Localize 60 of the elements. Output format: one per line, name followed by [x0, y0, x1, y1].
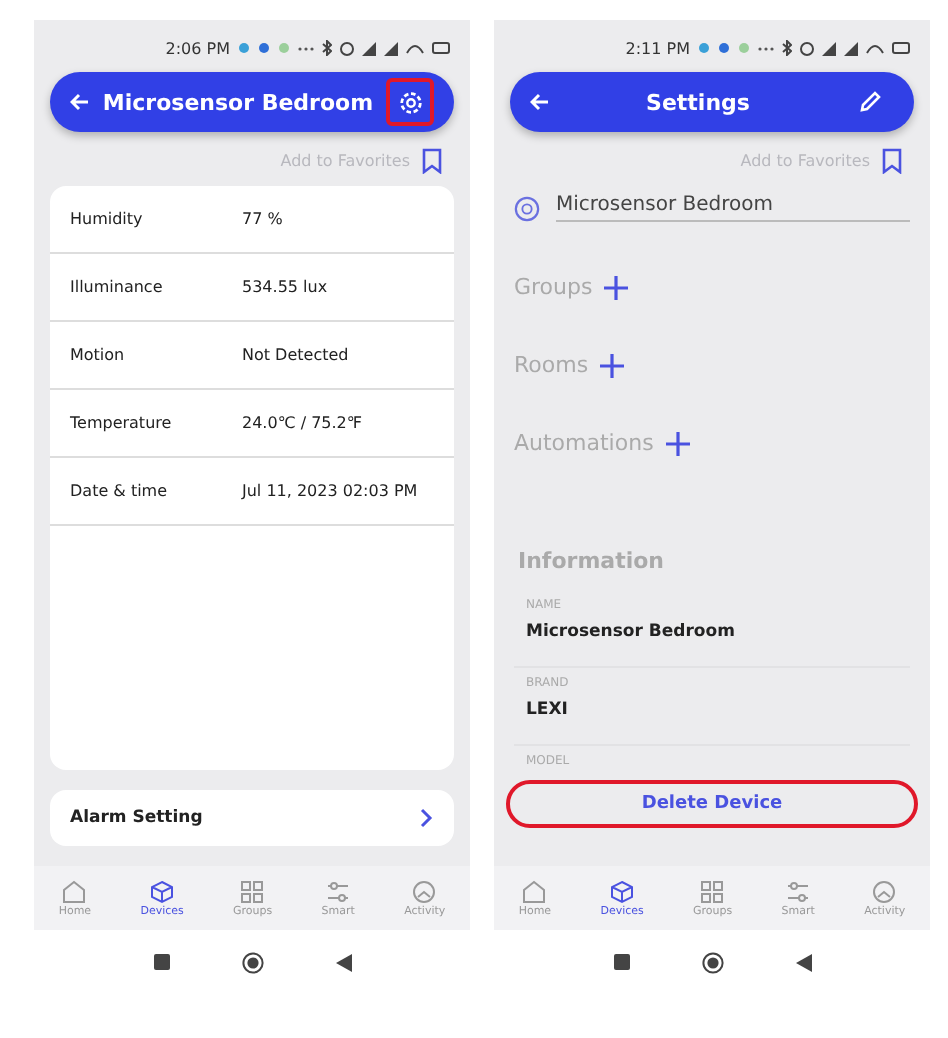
reading-label: Motion: [70, 346, 127, 364]
reading-value: 24.0℃ / 75.2℉: [242, 414, 363, 432]
bluetooth-icon: [322, 40, 332, 56]
reading-value: Jul 11, 2023 02:03 PM: [242, 482, 418, 500]
home-button-icon[interactable]: [241, 951, 263, 973]
dial-icon: [412, 879, 437, 903]
add-icon[interactable]: [665, 431, 690, 455]
wifi-icon: [866, 42, 884, 54]
alarm-setting-button[interactable]: Alarm Setting: [50, 790, 454, 846]
home-icon: [522, 879, 547, 903]
add-icon[interactable]: [600, 353, 625, 377]
reading-label: Temperature: [70, 414, 174, 432]
field-value: Microsensor Bedroom: [526, 622, 737, 642]
reading-label: Date & time: [70, 482, 170, 500]
reading-label: Humidity: [70, 210, 145, 228]
pencil-icon[interactable]: [858, 90, 882, 114]
add-icon[interactable]: [604, 275, 629, 299]
wifi-icon: [406, 42, 424, 54]
back-icon[interactable]: [530, 92, 550, 112]
bookmark-icon[interactable]: [422, 148, 442, 174]
section-title: Automations: [514, 430, 654, 456]
dial-icon: [872, 879, 897, 903]
back-triangle-icon[interactable]: [795, 953, 811, 971]
delete-device-button[interactable]: Delete Device: [506, 780, 918, 828]
reading-value: 534.55 lux: [242, 278, 328, 296]
reading-value: 77 %: [242, 210, 283, 228]
reading-label: Illuminance: [70, 278, 165, 296]
sliders-icon: [326, 879, 351, 903]
bluetooth-icon: [782, 40, 792, 56]
recents-icon[interactable]: [153, 954, 169, 970]
status-time: 2:06 PM: [165, 39, 230, 57]
alarm-icon: [340, 41, 354, 55]
battery-icon: [432, 42, 450, 54]
settings-icon[interactable]: [397, 89, 423, 115]
back-triangle-icon[interactable]: [335, 953, 351, 971]
screen-title: Settings: [644, 89, 752, 115]
bookmark-icon[interactable]: [882, 148, 902, 174]
chevron-icon: [420, 808, 434, 828]
screen-title: Microsensor Bedroom: [100, 89, 376, 115]
battery-icon: [892, 42, 910, 54]
alarm-icon: [800, 41, 814, 55]
sliders-icon: [786, 879, 811, 903]
home-icon: [62, 879, 87, 903]
more-icon: [758, 45, 774, 51]
field-value: LEXI: [526, 700, 570, 720]
cube-icon: [150, 879, 175, 903]
device-name-field[interactable]: Microsensor Bedroom: [556, 194, 910, 222]
information-title: Information: [518, 548, 666, 574]
sensor-icon: [514, 195, 540, 221]
home-button-icon[interactable]: [701, 951, 723, 973]
cube-icon: [610, 879, 635, 903]
back-icon[interactable]: [70, 92, 90, 112]
reading-value: Not Detected: [242, 346, 349, 364]
grid-icon: [700, 879, 725, 903]
grid-icon: [240, 879, 265, 903]
status-time: 2:11 PM: [625, 39, 690, 57]
recents-icon[interactable]: [613, 954, 629, 970]
more-icon: [298, 45, 314, 51]
section-title: Rooms: [514, 352, 589, 378]
section-title: Groups: [514, 274, 593, 300]
